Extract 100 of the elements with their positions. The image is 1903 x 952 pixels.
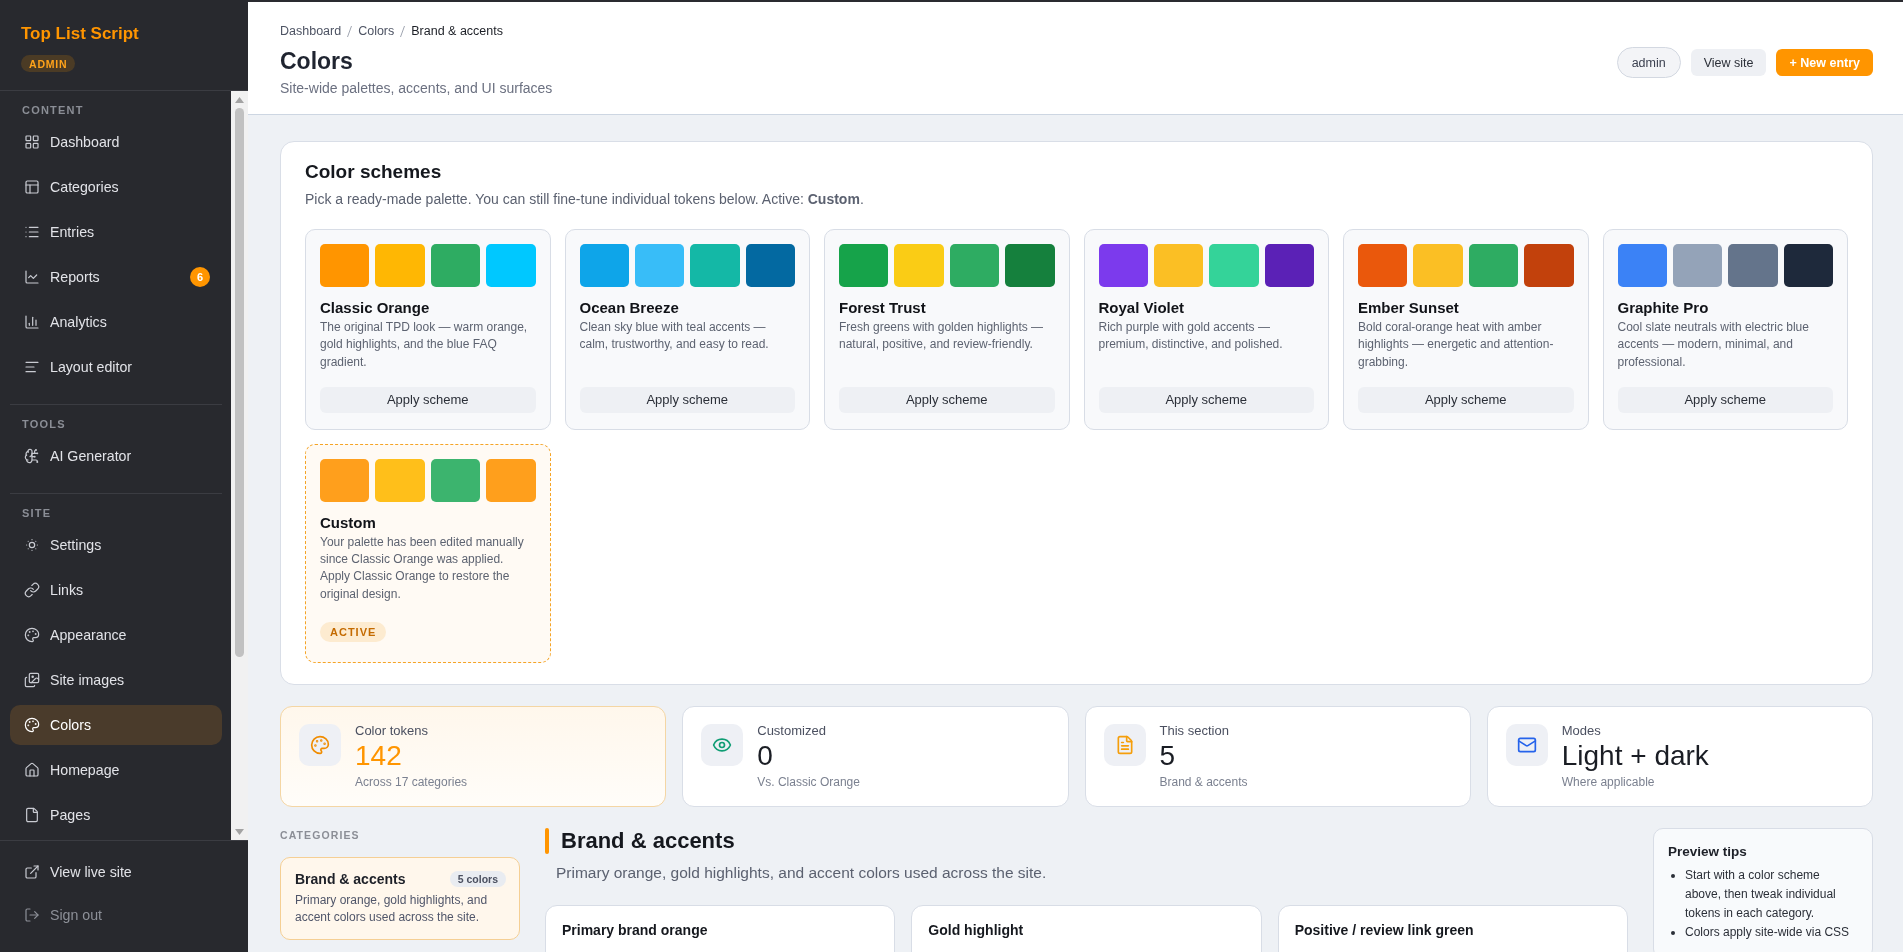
section-label: CATEGORIES [280,828,361,843]
stat-value: 0 [757,739,773,773]
tip-text: Colors apply site-wide via CSS [1685,924,1850,942]
nav-item[interactable]: Reports 6 [10,257,222,297]
brand-name: Top List Script [21,23,139,45]
token-name: Gold highlight [928,921,1025,940]
slash-icon [400,25,406,37]
scheme-name: Royal Violet [1098,299,1186,317]
scheme-description: The original TPD look — warm orange, gold highlights, and the blue FAQ gradient. [320,319,529,371]
apply-button[interactable]: Apply scheme [320,386,536,413]
stat-label: Modes [1561,722,1601,740]
stat-label: This section [1159,722,1229,740]
count-badge: 5 colors [449,871,506,888]
scheme-name: Graphite Pro [1617,299,1710,317]
document-icon [1103,724,1146,767]
scheme-description: Rich purple with gold accents — premium, distinctive, and polished. [1098,319,1284,354]
category-card[interactable]: Brand & accents 5 colors Primary orange, gold highlights, and accent colors used across the site. [280,857,520,941]
breadcrumb-link[interactable]: Colors [358,23,395,39]
scroll-down-icon[interactable] [235,828,244,835]
scheme-description: Fresh greens with golden highlights — natural, positive, and review-friendly. [839,319,1045,354]
section-label: SITE [21,506,53,520]
nav-item[interactable]: Entries [10,212,222,252]
status-badge: ACTIVE [320,622,387,643]
category-description: Primary orange, gold highlights, and accent colors used across the site. [295,892,489,927]
stat-label: Color tokens [355,722,428,740]
brain-icon [24,448,40,464]
nav-link[interactable]: View live site [10,851,239,892]
section-subtitle: Primary orange, gold highlights, and accent colors used across the site. [555,863,1048,884]
stat-note: Across 17 categories [355,774,468,791]
nav-item[interactable]: Pages [10,795,222,835]
scheme-name: Ember Sunset [1358,299,1460,317]
role-badge: ADMIN [21,55,76,72]
lines-icon [24,359,40,375]
line-chart-icon [24,269,40,285]
slash-icon [347,25,353,37]
nav-link[interactable]: Sign out [10,895,239,935]
scheme-description: Clean sky blue with teal accents — calm, trustworthy, and easy to read. [579,319,770,354]
scheme-name: Classic Orange [320,299,431,317]
scroll-up-icon[interactable] [235,97,244,103]
count-badge: 6 [190,267,210,287]
scheme-description: Bold coral-orange heat with amber highlights — energetic and attention-grabbing. [1358,319,1555,371]
nav-item[interactable]: Homepage [10,750,222,790]
breadcrumb-link[interactable]: Dashboard [280,23,342,39]
nav-item[interactable]: AI Generator [10,436,222,476]
stat-label: Customized [757,722,826,740]
scrollbar-thumb[interactable] [235,108,244,657]
apply-button[interactable]: Apply scheme [839,386,1055,413]
link-icon [24,582,40,598]
section-label: TOOLS [21,417,67,431]
grid-icon [24,134,40,150]
breadcrumb-current: Brand & accents [411,23,503,39]
list-icon [24,224,40,240]
nav-item[interactable]: Layout editor [10,347,222,387]
table-icon [24,179,40,195]
bullet-icon [1671,930,1675,935]
nav-item[interactable]: Colors [10,705,222,745]
tips-title: Preview tips [1668,843,1748,861]
page-subtitle: Site-wide palettes, accents, and UI surfaces [280,79,553,97]
panel-title: Color schemes [305,160,443,184]
panel-description: Pick a ready-made palette. You can still fine-tune individual tokens below. Active: Custom. [305,190,865,208]
nav-item[interactable]: Settings [10,525,222,565]
eye-icon [701,724,744,767]
palette-icon [24,717,40,733]
nav-item[interactable]: Appearance [10,615,222,655]
apply-button[interactable]: Apply scheme [1617,386,1833,413]
sun-icon [24,537,40,553]
nav-item[interactable]: Dashboard [10,122,222,162]
nav-item[interactable]: Links [10,570,222,610]
category-name: Brand & accents [295,870,406,889]
apply-button[interactable]: Apply scheme [579,386,795,413]
accent-bar [545,828,549,855]
stat-note: Brand & accents [1159,774,1248,791]
palette-icon [24,627,40,643]
external-link-icon [24,863,40,880]
section-title: Brand & accents [561,828,735,855]
scheme-name: Forest Trust [839,299,927,317]
nav-item[interactable]: Site images [10,660,222,700]
file-icon [24,807,40,823]
apply-button[interactable]: Apply scheme [1098,386,1314,413]
tip-text: Start with a color scheme above, then tweak individual tokens in each category. [1685,867,1837,923]
section-label: CONTENT [21,103,85,117]
user-chip[interactable]: admin [1616,47,1681,78]
images-icon [24,672,40,688]
scrollbar[interactable] [231,91,248,840]
stat-note: Where applicable [1561,774,1655,791]
scheme-name: Ocean Breeze [579,299,680,317]
apply-button[interactable]: Apply scheme [1358,386,1574,413]
nav-item[interactable]: Analytics [10,302,222,342]
stat-value: 5 [1159,739,1176,773]
nav-item[interactable]: Categories [10,167,222,207]
house-icon [24,762,40,778]
scheme-description: Your palette has been edited manually since Classic Orange was applied. Apply Classic Orange to restore the original design. [320,533,525,603]
scheme-description: Cool slate neutrals with electric blue accents — modern, minimal, and professional. [1617,319,1810,371]
stat-note: Vs. Classic Orange [757,774,860,791]
secondary-button[interactable]: View site [1690,49,1767,76]
palette-icon [299,724,341,767]
bar-chart-icon [24,314,40,330]
stat-value: Light + dark [1561,739,1709,773]
sign-out-icon [24,907,40,923]
token-name: Positive / review link green [1294,921,1475,940]
